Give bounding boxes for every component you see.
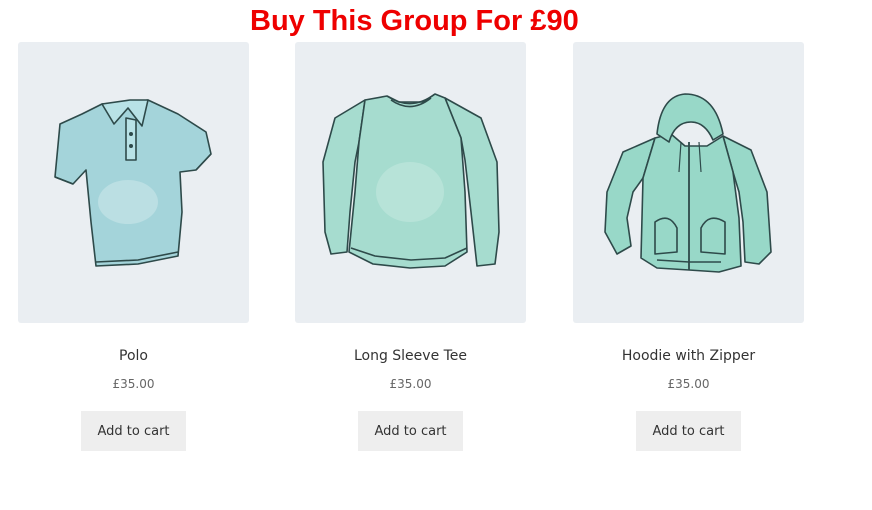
long-sleeve-tee-icon <box>322 93 500 269</box>
product-card-long-sleeve-tee: Long Sleeve Tee £35.00 Add to cart <box>295 42 526 451</box>
product-price: £35.00 <box>112 377 155 391</box>
polo-shirt-icon <box>54 99 212 267</box>
product-image-polo[interactable] <box>18 42 249 323</box>
product-price: £35.00 <box>667 377 710 391</box>
add-to-cart-button[interactable]: Add to cart <box>636 411 741 451</box>
add-to-cart-button[interactable]: Add to cart <box>81 411 186 451</box>
add-to-cart-button[interactable]: Add to cart <box>358 411 463 451</box>
product-title[interactable]: Long Sleeve Tee <box>295 346 526 366</box>
product-card-polo: Polo £35.00 Add to cart <box>18 42 249 451</box>
promo-heading: Buy This Group For £90 <box>250 5 579 37</box>
hoodie-icon <box>604 93 772 273</box>
product-image-long-sleeve-tee[interactable] <box>295 42 526 323</box>
product-price: £35.00 <box>389 377 432 391</box>
product-title[interactable]: Hoodie with Zipper <box>573 346 804 366</box>
product-card-hoodie-with-zipper: Hoodie with Zipper £35.00 Add to cart <box>573 42 804 451</box>
product-image-hoodie[interactable] <box>573 42 804 323</box>
product-title[interactable]: Polo <box>18 346 249 366</box>
